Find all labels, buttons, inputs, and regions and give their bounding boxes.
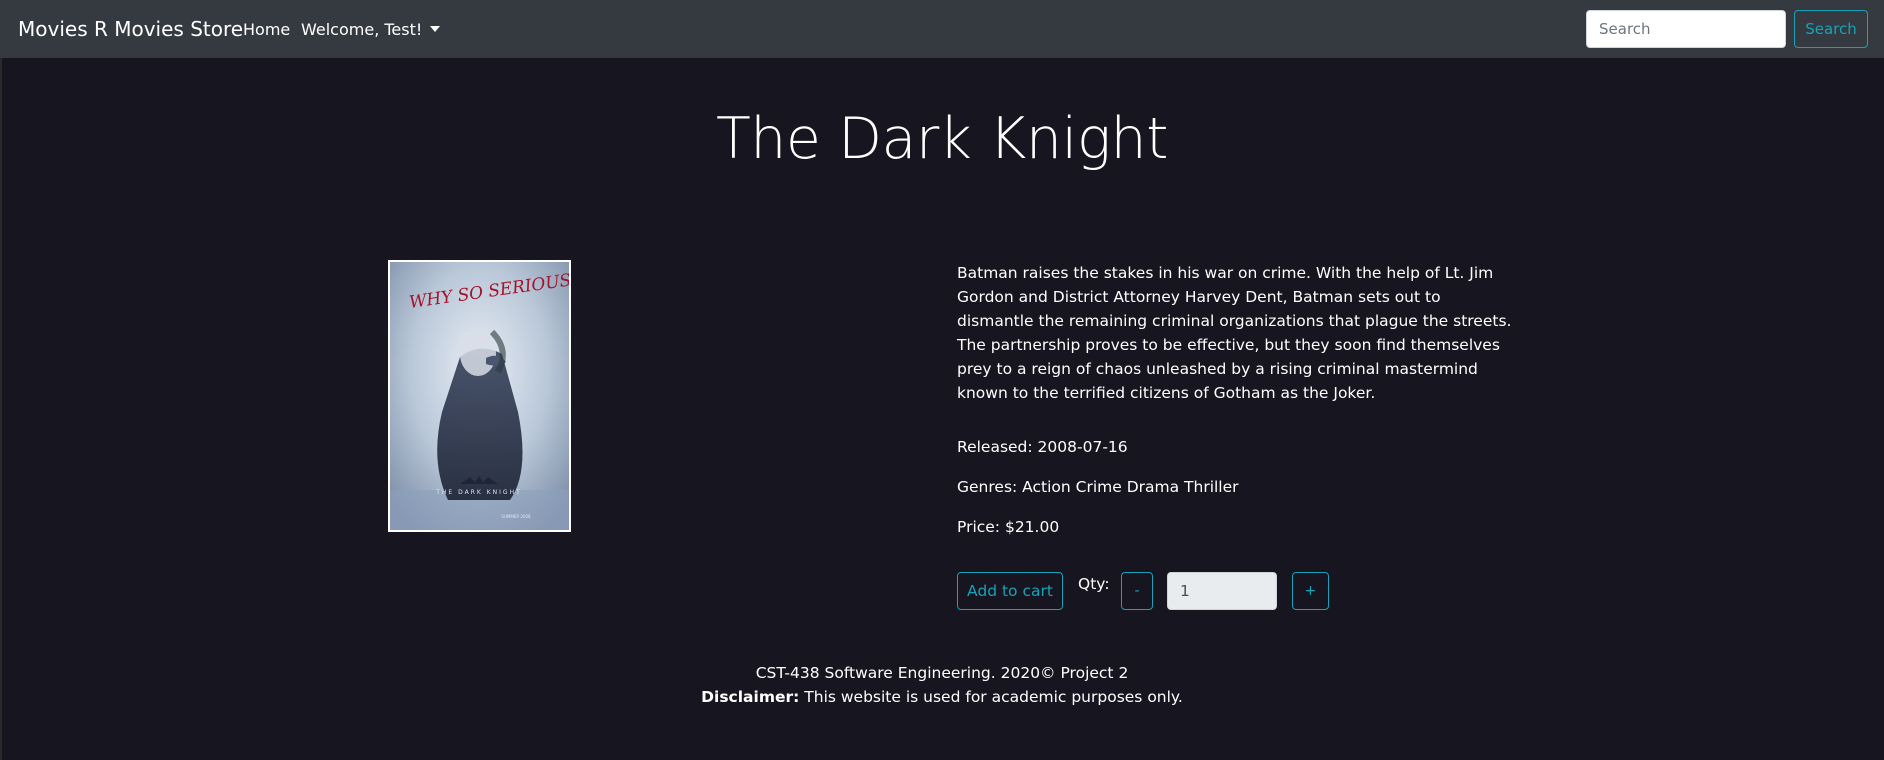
- disclaimer-label: Disclaimer:: [701, 688, 800, 706]
- poster-date: SUMMER 2008: [501, 514, 531, 519]
- nav-home-link[interactable]: Home: [243, 20, 290, 39]
- top-navbar: Movies R Movies Store Home Welcome, Test…: [0, 0, 1884, 58]
- footer-copyright: CST-438 Software Engineering. 2020© Proj…: [755, 664, 1129, 682]
- qty-decrement-button[interactable]: -: [1121, 572, 1153, 610]
- footer: CST-438 Software Engineering. 2020© Proj…: [0, 661, 1884, 709]
- poster-image: WHY SO SERIOUS? THE DARK KNIGHT SUMMER 2…: [390, 262, 569, 530]
- movie-poster: WHY SO SERIOUS? THE DARK KNIGHT SUMMER 2…: [388, 260, 571, 532]
- release-date: Released: 2008-07-16: [957, 438, 1128, 456]
- search-input[interactable]: [1586, 10, 1786, 48]
- footer-disclaimer: Disclaimer: This website is used for aca…: [0, 685, 1884, 709]
- qty-input[interactable]: [1167, 572, 1277, 610]
- add-to-cart-button[interactable]: Add to cart: [957, 572, 1063, 610]
- movie-title: The Dark Knight: [715, 106, 1169, 172]
- caret-down-icon: [430, 26, 441, 32]
- nav-welcome-dropdown[interactable]: Welcome, Test!: [301, 20, 441, 39]
- genres: Genres: Action Crime Drama Thriller: [957, 478, 1239, 496]
- disclaimer-text: This website is used for academic purpos…: [799, 688, 1183, 706]
- qty-increment-button[interactable]: +: [1292, 572, 1329, 610]
- brand-link[interactable]: Movies R Movies Store: [18, 17, 243, 41]
- search-button[interactable]: Search: [1794, 10, 1868, 48]
- qty-label: Qty:: [1078, 575, 1110, 593]
- movie-description: Batman raises the stakes in his war on c…: [957, 264, 1512, 402]
- welcome-label: Welcome, Test!: [301, 20, 423, 39]
- poster-wordmark: THE DARK KNIGHT: [435, 489, 522, 496]
- price: Price: $21.00: [957, 518, 1060, 536]
